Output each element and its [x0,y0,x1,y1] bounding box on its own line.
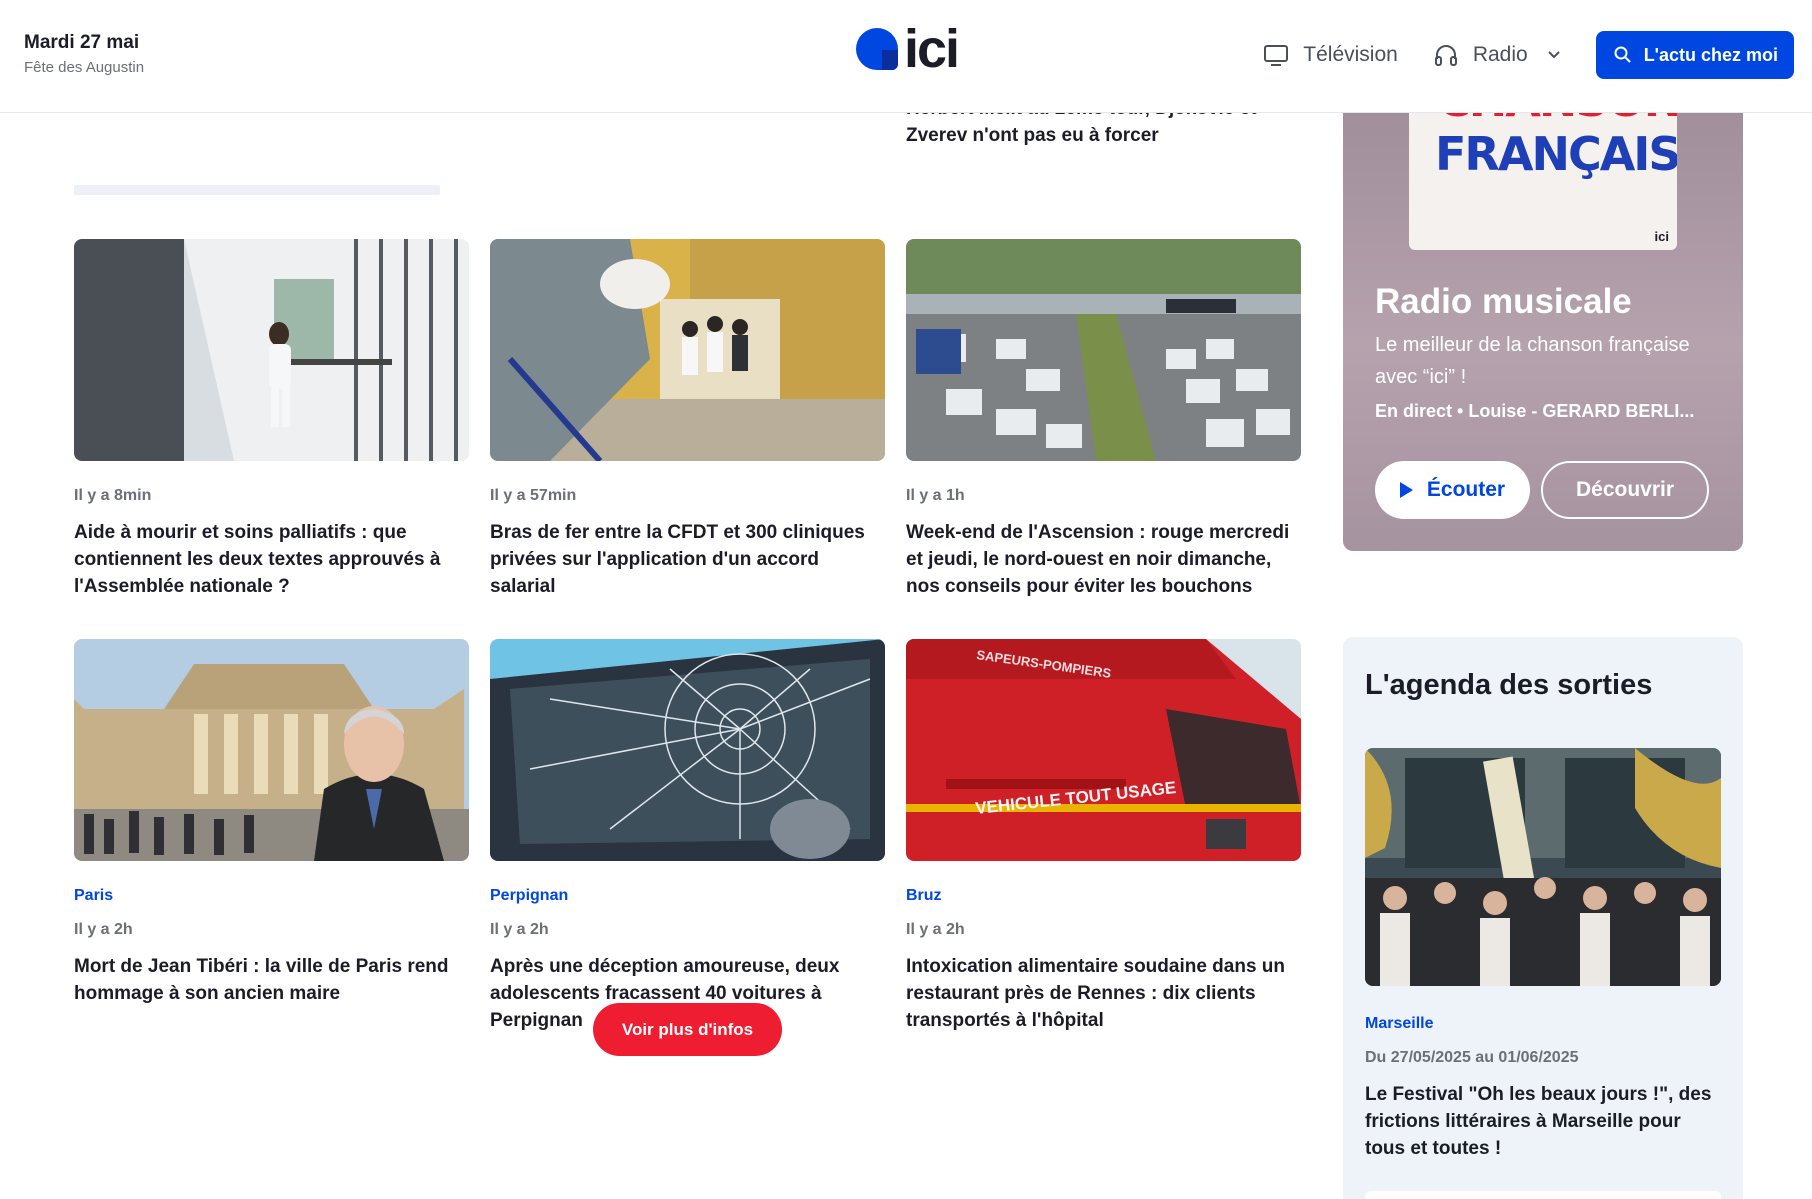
carousel-progress [74,185,440,195]
agenda-location[interactable]: Marseille [1365,1015,1433,1033]
nav-television[interactable]: Télévision [1262,41,1398,69]
cover-title-text: FRANÇAISE [1435,127,1677,181]
current-date: Mardi 27 mai [24,32,140,53]
article-card[interactable]: Il y a 57min Bras de fer entre la CFDT e… [490,239,885,600]
site-header: Mardi 27 mai Fête des Augustin ici Télév… [0,0,1812,113]
radio-cover-image[interactable]: CHANSON FRANÇAISE ici [1409,113,1677,250]
article-image: VEHICULE TOUT USAGE SAPEURS-POMPIERS [906,639,1301,861]
local-news-button[interactable]: L'actu chez moi [1595,31,1794,79]
search-icon [1614,46,1631,63]
article-title[interactable]: Mort de Jean Tibéri : la ville de Paris … [74,953,469,1007]
saint-of-day: Fête des Augustin [24,59,145,76]
agenda-panel: L'agenda des sorties Marseille Du 27/05/… [1343,637,1743,1199]
local-news-label: L'actu chez moi [1643,44,1778,65]
radio-panel: CHANSON FRANÇAISE ici Radio musicale Le … [1343,113,1743,551]
agenda-dates: Du 27/05/2025 au 01/06/2025 [1365,1049,1579,1066]
article-location[interactable]: Paris [74,887,469,907]
main-content: Herbert Meilt au 2eme tour, Djokovic et … [0,113,1812,1199]
article-location[interactable]: Bruz [906,887,1301,907]
radio-title: Radio musicale [1375,282,1632,321]
agenda-title: L'agenda des sorties [1365,669,1653,701]
article-location[interactable]: Perpignan [490,887,885,907]
article-card[interactable]: Perpignan Il y a 2h Après une déception … [490,639,885,1034]
article-card[interactable]: Paris Il y a 2h Mort de Jean Tibéri : la… [74,639,469,1007]
article-title[interactable]: Intoxication alimentaire soudaine dans u… [906,953,1301,1034]
article-time: Il y a 57min [490,487,577,504]
radio-description: Le meilleur de la chanson française avec… [1375,334,1690,388]
article-time: Il y a 1h [906,487,965,504]
article-title[interactable]: Week-end de l'Ascension : rouge mercredi… [906,519,1301,600]
play-icon [1399,482,1413,498]
headphones-icon [1434,45,1457,66]
logo-mark-icon [856,28,898,70]
nav-radio-label: Radio [1472,43,1528,66]
partial-article-title[interactable]: Herbert Meilt au 2eme tour, Djokovic et … [906,113,1306,149]
nav-radio[interactable]: Radio [1432,41,1562,69]
date-block: Mardi 27 mai Fête des Augustin [24,32,144,76]
article-time: Il y a 8min [74,487,152,504]
discover-button[interactable]: Découvrir [1541,461,1709,519]
article-time: Il y a 2h [906,921,965,938]
article-card[interactable]: Il y a 1h Week-end de l'Ascension : roug… [906,239,1301,600]
nav-television-label: Télévision [1303,43,1398,66]
more-news-button[interactable]: Voir plus d'infos [593,1003,782,1056]
tv-icon [1264,45,1289,66]
article-card[interactable]: Il y a 8min Aide à mourir et soins palli… [74,239,469,600]
radio-now-playing: En direct • Louise - GERARD BERLI... [1375,401,1695,421]
agenda-headline[interactable]: Le Festival "Oh les beaux jours !", des … [1365,1081,1725,1162]
article-image [490,239,885,461]
main-nav: Télévision Radio L'actu chez moi [1262,31,1794,79]
agenda-next-card [1365,1191,1721,1199]
article-image [906,239,1301,461]
cover-top-text: CHANSON [1437,113,1677,127]
listen-label: Écouter [1426,478,1506,501]
article-image [490,639,885,861]
ici-logo[interactable]: ici [856,19,960,79]
article-card[interactable]: VEHICULE TOUT USAGE SAPEURS-POMPIERS Bruz… [906,639,1301,1034]
article-image [74,639,469,861]
article-title[interactable]: Aide à mourir et soins palliatifs : que … [74,519,469,600]
article-title[interactable]: Bras de fer entre la CFDT et 300 cliniqu… [490,519,885,600]
logo-text: ici [904,19,960,79]
article-image [74,239,469,461]
listen-button[interactable]: Écouter [1375,461,1530,519]
article-time: Il y a 2h [490,921,549,938]
article-time: Il y a 2h [74,921,133,938]
cover-ici-logo: ici [1654,229,1669,244]
agenda-image[interactable] [1365,748,1721,986]
chevron-down-icon[interactable] [1546,47,1562,63]
